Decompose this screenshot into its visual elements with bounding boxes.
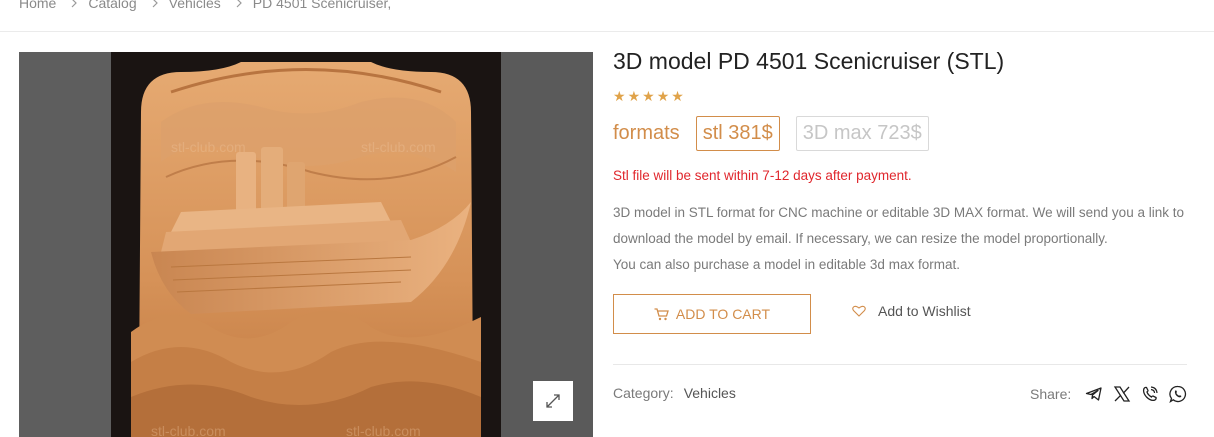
breadcrumb-home[interactable]: Home <box>19 0 56 11</box>
star-icon: ★ <box>613 88 626 104</box>
chevron-right-icon <box>236 0 242 8</box>
category-label: Category: <box>613 385 674 401</box>
star-icon: ★ <box>671 88 684 104</box>
description-paragraph: 3D model in STL format for CNC machine o… <box>613 205 1184 246</box>
product-category: Category: Vehicles <box>613 385 736 401</box>
cart-icon <box>654 307 676 321</box>
format-selector: formats stl 381$ 3D max 723$ <box>613 116 945 151</box>
x-twitter-icon[interactable] <box>1113 385 1131 403</box>
delivery-notice: Stl file will be sent within 7-12 days a… <box>613 168 912 183</box>
whatsapp-icon[interactable] <box>1169 385 1187 403</box>
expand-icon <box>544 392 562 410</box>
product-rating: ★ ★ ★ ★ ★ <box>613 88 684 104</box>
product-title: 3D model PD 4501 Scenicruiser (STL) <box>613 48 1005 74</box>
product-gallery[interactable]: stl-club.com stl-club.com stl-club.com s… <box>19 52 593 437</box>
add-to-cart-button[interactable]: ADD TO CART <box>613 294 811 334</box>
share-bar: Share: <box>1030 385 1197 403</box>
format-option-stl[interactable]: stl 381$ <box>695 116 780 151</box>
zoom-button[interactable] <box>533 381 573 421</box>
chevron-right-icon <box>71 0 78 8</box>
viber-icon[interactable] <box>1141 385 1159 403</box>
watermark-text: stl-club.com <box>361 139 436 155</box>
watermark-text: stl-club.com <box>346 423 421 437</box>
share-label: Share: <box>1030 386 1072 402</box>
meta-divider <box>613 364 1187 365</box>
add-to-wishlist-button[interactable]: Add to Wishlist <box>852 303 971 319</box>
formats-label: formats <box>613 122 680 144</box>
category-link[interactable]: Vehicles <box>684 385 736 401</box>
wishlist-label: Add to Wishlist <box>878 303 971 319</box>
add-to-cart-label: ADD TO CART <box>675 306 771 322</box>
star-icon: ★ <box>642 88 655 104</box>
gallery-backdrop-left <box>19 52 111 437</box>
watermark-text: stl-club.com <box>171 139 246 155</box>
format-option-3dmax[interactable]: 3D max 723$ <box>795 116 929 151</box>
watermark-text: stl-club.com <box>151 423 226 437</box>
breadcrumb-vehicles[interactable]: Vehicles <box>169 0 221 11</box>
star-icon: ★ <box>656 88 670 104</box>
gallery-backdrop-right <box>501 52 593 437</box>
heart-icon <box>852 305 878 317</box>
breadcrumb: Home Catalog Vehicles PD 4501 Scenicruis… <box>19 0 391 14</box>
breadcrumb-catalog[interactable]: Catalog <box>88 0 136 11</box>
product-description: 3D model in STL format for CNC machine o… <box>613 200 1193 278</box>
description-paragraph: You can also purchase a model in editabl… <box>613 257 960 272</box>
telegram-icon[interactable] <box>1085 385 1103 403</box>
header-divider <box>0 31 1214 32</box>
chevron-right-icon <box>152 0 158 8</box>
star-icon: ★ <box>627 88 641 104</box>
breadcrumb-current: PD 4501 Scenicruiser, <box>252 0 392 11</box>
product-image[interactable]: stl-club.com stl-club.com stl-club.com s… <box>111 52 501 437</box>
